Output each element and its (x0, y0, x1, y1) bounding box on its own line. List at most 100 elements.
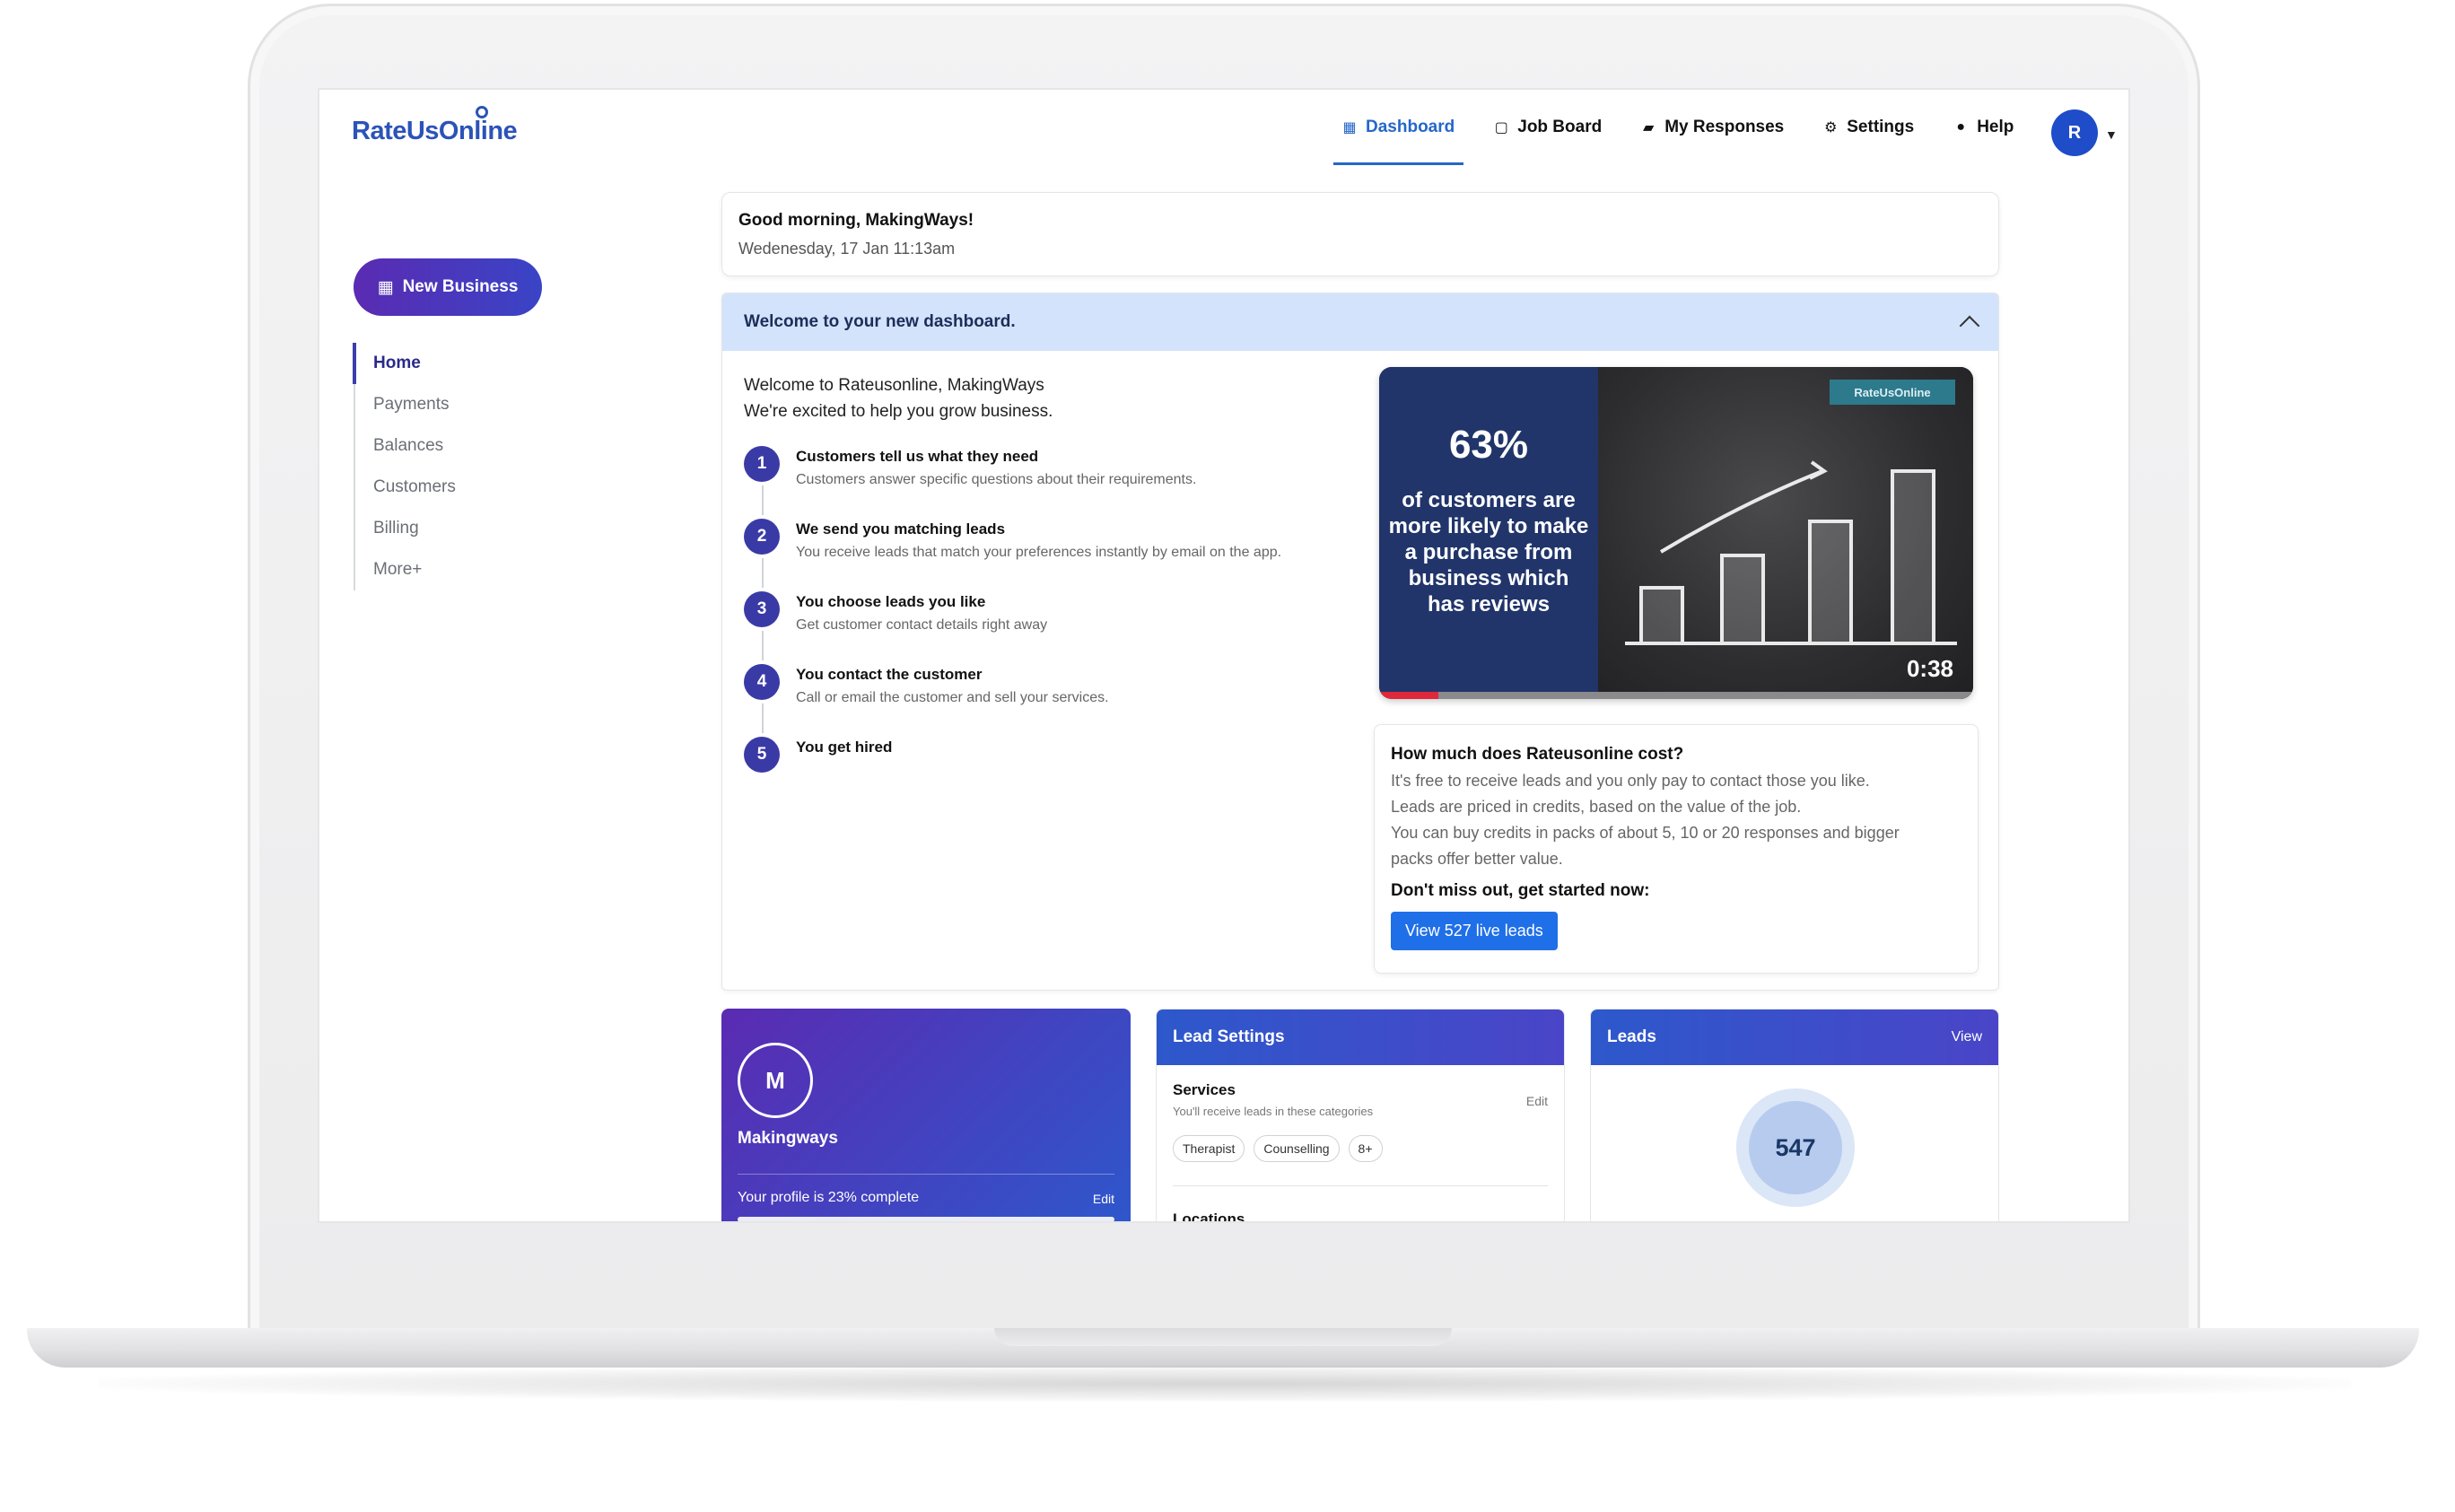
pricing-line: packs offer better value. (1391, 850, 1563, 868)
new-business-label: New Business (402, 277, 519, 296)
chevron-down-icon[interactable]: ▼ (2105, 127, 2118, 142)
pricing-line: Leads are priced in credits, based on th… (1391, 798, 1802, 816)
nav-help-label: Help (1977, 118, 2014, 136)
step-number: 2 (744, 519, 780, 555)
lead-settings-divider (1173, 1185, 1548, 1186)
pricing-line: You can buy credits in packs of about 5,… (1391, 824, 1900, 842)
intro-video[interactable]: 63% of customers are more likely to make… (1379, 367, 1973, 699)
services-title: Services (1173, 1081, 1236, 1098)
nav-help[interactable]: ● Help (1934, 90, 2033, 165)
step-desc: You receive leads that match your prefer… (796, 545, 1282, 560)
step-number: 4 (744, 664, 780, 700)
service-chip[interactable]: Counselling (1254, 1135, 1340, 1162)
nav-dashboard[interactable]: ▦ Dashboard (1323, 90, 1474, 165)
video-progress-fill (1379, 692, 1439, 699)
pricing-cta-title: Don't miss out, get started now: (1391, 881, 1650, 900)
step-item: 3 You choose leads you like Get customer… (744, 591, 1281, 664)
leads-count-ring: 547 (1736, 1088, 1855, 1207)
step-number: 5 (744, 737, 780, 773)
pricing-title: How much does Rateusonline cost? (1391, 745, 1684, 764)
sidebar-item-more[interactable]: More+ (355, 549, 456, 590)
leads-view-link[interactable]: View (1952, 1029, 1982, 1045)
step-item: 5 You get hired (744, 737, 1281, 809)
video-progress-bar[interactable] (1379, 692, 1973, 699)
app-screen: RateUsOnline ▦ Dashboard ▢ Job Board ▰ M… (318, 88, 2130, 1223)
service-chip-more[interactable]: 8+ (1348, 1135, 1383, 1162)
step-desc: Get customer contact details right away (796, 617, 1048, 633)
brand-logo[interactable]: RateUsOnline (352, 117, 518, 146)
laptop-shadow (99, 1366, 2351, 1402)
sidebar-item-payments[interactable]: Payments (355, 384, 456, 425)
profile-divider (738, 1174, 1114, 1175)
welcome-intro: Welcome to Rateusonline, MakingWays We'r… (744, 372, 1053, 424)
nav-job-board-label: Job Board (1517, 118, 1603, 136)
step-desc: Customers answer specific questions abou… (796, 472, 1197, 487)
nav-dashboard-label: Dashboard (1366, 118, 1455, 136)
step-title: Customers tell us what they need (796, 448, 1039, 465)
question-icon: ● (1956, 119, 1966, 135)
clipboard-icon: ▢ (1494, 120, 1508, 135)
grid-icon: ▦ (1342, 120, 1357, 135)
step-title: You choose leads you like (796, 593, 986, 610)
pricing-line: It's free to receive leads and you only … (1391, 772, 1870, 790)
view-live-leads-button[interactable]: View 527 live leads (1391, 912, 1558, 950)
greeting-card: Good morning, MakingWays! Wedenesday, 17… (721, 192, 1999, 276)
sidebar-menu: Home Payments Balances Customers Billing… (353, 343, 456, 590)
greeting-title: Good morning, MakingWays! (738, 211, 974, 230)
lead-settings-card: Lead Settings Services You'll receive le… (1156, 1009, 1565, 1223)
nav-job-board[interactable]: ▢ Job Board (1474, 90, 1621, 165)
profile-completion-text: Your profile is 23% complete (738, 1190, 920, 1205)
chevron-up-icon[interactable] (1959, 315, 1980, 336)
top-nav: ▦ Dashboard ▢ Job Board ▰ My Responses ⚙… (1323, 90, 2033, 165)
bar-chart-drawing-icon (1625, 460, 1957, 645)
pricing-card: How much does Rateusonline cost? It's fr… (1374, 724, 1979, 974)
step-title: We send you matching leads (796, 520, 1006, 538)
sidebar-item-balances[interactable]: Balances (355, 425, 456, 467)
locations-title: Locations (1173, 1210, 1245, 1223)
lead-settings-header: Lead Settings (1157, 1009, 1564, 1065)
video-percent: 63% (1448, 423, 1529, 467)
service-chip[interactable]: Therapist (1173, 1135, 1245, 1162)
profile-edit-link[interactable]: Edit (1093, 1192, 1114, 1206)
nav-my-responses-label: My Responses (1664, 118, 1785, 136)
sidebar-item-billing[interactable]: Billing (355, 508, 456, 549)
nav-settings-label: Settings (1847, 118, 1915, 136)
video-caption: of customers are more likely to make a p… (1388, 488, 1589, 616)
step-number: 1 (744, 446, 780, 482)
profile-avatar[interactable]: M (738, 1043, 813, 1118)
service-chips: Therapist Counselling 8+ (1173, 1135, 1383, 1162)
new-business-button[interactable]: ▦ New Business (354, 258, 542, 316)
video-duration: 0:38 (1906, 655, 1953, 682)
profile-progress-bar (738, 1217, 1114, 1221)
video-stat-panel: 63% of customers are more likely to make… (1379, 367, 1598, 699)
step-item: 1 Customers tell us what they need Custo… (744, 446, 1281, 519)
nav-my-responses[interactable]: ▰ My Responses (1621, 90, 1804, 165)
leads-header: Leads View (1591, 1009, 1998, 1065)
intro-line-1: Welcome to Rateusonline, MakingWays (744, 376, 1044, 395)
step-title: You contact the customer (796, 666, 983, 683)
profile-name: Makingways (738, 1129, 838, 1148)
leads-card: Leads View 547 (1590, 1009, 1999, 1221)
intro-line-2: We're excited to help you grow business. (744, 402, 1053, 421)
leads-title: Leads (1607, 1027, 1656, 1046)
welcome-header[interactable]: Welcome to your new dashboard. (722, 293, 1998, 351)
laptop-notch (994, 1328, 1452, 1346)
nav-settings[interactable]: ⚙ Settings (1804, 90, 1934, 165)
welcome-header-title: Welcome to your new dashboard. (744, 312, 1016, 331)
step-title: You get hired (796, 739, 893, 756)
sidebar-item-home[interactable]: Home (353, 343, 456, 384)
welcome-panel: Welcome to your new dashboard. Welcome t… (721, 293, 1999, 991)
services-edit-link[interactable]: Edit (1526, 1094, 1548, 1108)
logo-dot-icon (476, 106, 488, 118)
sidebar-item-customers[interactable]: Customers (355, 467, 456, 508)
steps-list: 1 Customers tell us what they need Custo… (744, 446, 1281, 809)
step-item: 4 You contact the customer Call or email… (744, 664, 1281, 737)
greeting-date: Wedenesday, 17 Jan 11:13am (738, 240, 956, 258)
step-number: 3 (744, 591, 780, 627)
user-avatar[interactable]: R (2051, 109, 2098, 156)
lead-settings-title: Lead Settings (1173, 1027, 1285, 1046)
store-icon: ▦ (377, 277, 394, 297)
step-desc: Call or email the customer and sell your… (796, 690, 1109, 705)
step-item: 2 We send you matching leads You receive… (744, 519, 1281, 591)
chat-icon: ▰ (1643, 120, 1655, 135)
